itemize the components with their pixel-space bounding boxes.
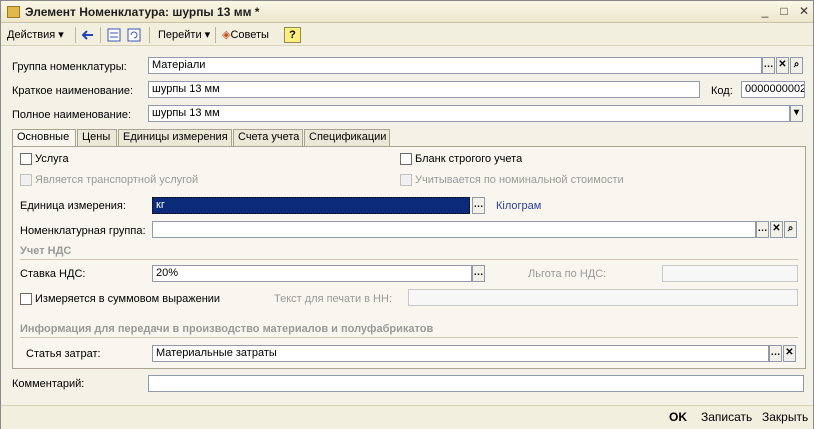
code-field[interactable]: 0000000002 xyxy=(741,81,805,98)
unit-label: Единица измерения: xyxy=(20,200,126,212)
toolbar-separator xyxy=(75,27,76,43)
maximize-button[interactable]: □ xyxy=(776,4,792,19)
nomenclature-group-label: Номенклатурная группа: xyxy=(20,225,146,237)
section-divider xyxy=(20,337,798,338)
section-divider xyxy=(20,259,798,260)
minimize-button[interactable]: _ xyxy=(757,4,773,19)
sum-measure-checkbox[interactable] xyxy=(20,293,32,305)
toolbar-separator xyxy=(100,27,101,43)
unit-field[interactable]: кг xyxy=(152,197,470,214)
toolbar-separator xyxy=(149,27,150,43)
vat-benefit-label: Льгота по НДС: xyxy=(528,268,607,280)
save-button[interactable]: Записать xyxy=(701,410,752,424)
select-button[interactable]: … xyxy=(472,197,485,214)
service-label: Услуга xyxy=(35,153,69,165)
vat-rate-field[interactable]: 20% xyxy=(152,265,472,282)
vat-rate-label: Ставка НДС: xyxy=(20,268,86,280)
select-button[interactable]: … xyxy=(769,345,782,362)
tab-units[interactable]: Единицы измерения xyxy=(118,129,232,146)
full-name-field[interactable]: шурпы 13 мм xyxy=(148,105,790,122)
code-label: Код: xyxy=(711,85,733,97)
tips-button[interactable]: ◈Советы xyxy=(222,27,269,43)
structure-icon[interactable] xyxy=(106,27,123,43)
help-icon[interactable]: ? xyxy=(284,27,301,43)
search-icon[interactable]: ⌕ xyxy=(784,221,797,238)
actions-menu[interactable]: Действия ▾ xyxy=(7,27,64,43)
chevron-down-icon[interactable]: ▾ xyxy=(790,105,803,122)
clear-icon[interactable]: ✕ xyxy=(770,221,783,238)
group-label: Группа номенклатуры: xyxy=(12,61,127,73)
comment-label: Комментарий: xyxy=(12,378,85,390)
dropdown-arrow-icon: ▾ xyxy=(204,29,211,41)
service-checkbox[interactable] xyxy=(20,153,32,165)
footer: OK Записать Закрыть xyxy=(1,405,813,429)
tab-specifications[interactable]: Спецификации xyxy=(304,129,390,146)
tips-label: Советы xyxy=(230,29,269,41)
cost-item-field[interactable]: Материальные затраты xyxy=(152,345,769,362)
cost-item-label: Статья затрат: xyxy=(26,348,101,360)
close-window-button[interactable]: ✕ xyxy=(796,4,812,19)
print-text-field[interactable] xyxy=(408,289,798,306)
back-arrow-icon[interactable] xyxy=(80,27,97,43)
select-button[interactable]: … xyxy=(762,57,775,74)
production-section-title: Информация для передачи в производство м… xyxy=(20,323,434,335)
dropdown-arrow-icon: ▾ xyxy=(58,29,64,41)
group-field[interactable]: Матеріали xyxy=(148,57,762,74)
window-icon xyxy=(7,6,20,18)
transport-label: Является транспортной услугой xyxy=(35,174,199,186)
short-name-field[interactable]: шурпы 13 мм xyxy=(148,81,700,98)
search-icon[interactable]: ⌕ xyxy=(790,57,803,74)
tab-prices[interactable]: Цены xyxy=(77,129,117,146)
comment-field[interactable] xyxy=(148,375,804,392)
toolbar-separator xyxy=(215,27,216,43)
goto-menu[interactable]: Перейти ▾ xyxy=(158,27,210,43)
nomenclature-group-field[interactable] xyxy=(152,221,756,238)
select-button[interactable]: … xyxy=(756,221,769,238)
window: Элемент Номенклатура: шурпы 13 мм * _ □ … xyxy=(0,0,814,429)
short-name-label: Краткое наименование: xyxy=(12,85,134,97)
window-title: Элемент Номенклатура: шурпы 13 мм * xyxy=(25,5,260,19)
nominal-value-label: Учитывается по номинальной стоимости xyxy=(415,174,624,186)
close-button[interactable]: Закрыть xyxy=(762,410,808,424)
vat-benefit-field[interactable] xyxy=(662,265,798,282)
print-text-label: Текст для печати в НН: xyxy=(274,293,392,305)
tab-accounts[interactable]: Счета учета xyxy=(233,129,303,146)
transport-checkbox[interactable] xyxy=(20,174,32,186)
actions-label: Действия xyxy=(7,29,56,41)
toolbar: Действия ▾ Перейти ▾ ◈Советы ? xyxy=(1,24,813,46)
sum-measure-label: Измеряется в суммовом выражении xyxy=(35,293,221,305)
refresh-icon[interactable] xyxy=(126,27,143,43)
vat-section-title: Учет НДС xyxy=(20,245,72,257)
clear-icon[interactable]: ✕ xyxy=(776,57,789,74)
strict-accounting-label: Бланк строгого учета xyxy=(415,153,523,165)
full-name-label: Полное наименование: xyxy=(12,109,132,121)
strict-accounting-checkbox[interactable] xyxy=(400,153,412,165)
select-button[interactable]: … xyxy=(472,265,485,282)
clear-icon[interactable]: ✕ xyxy=(783,345,796,362)
tab-main[interactable]: Основные xyxy=(12,129,76,147)
title-bar: Элемент Номенклатура: шурпы 13 мм * _ □ … xyxy=(1,1,813,23)
unit-full-name-link[interactable]: Кілограм xyxy=(496,200,541,212)
ok-button[interactable]: OK xyxy=(669,410,687,424)
goto-label: Перейти xyxy=(158,29,202,41)
nominal-value-checkbox[interactable] xyxy=(400,174,412,186)
